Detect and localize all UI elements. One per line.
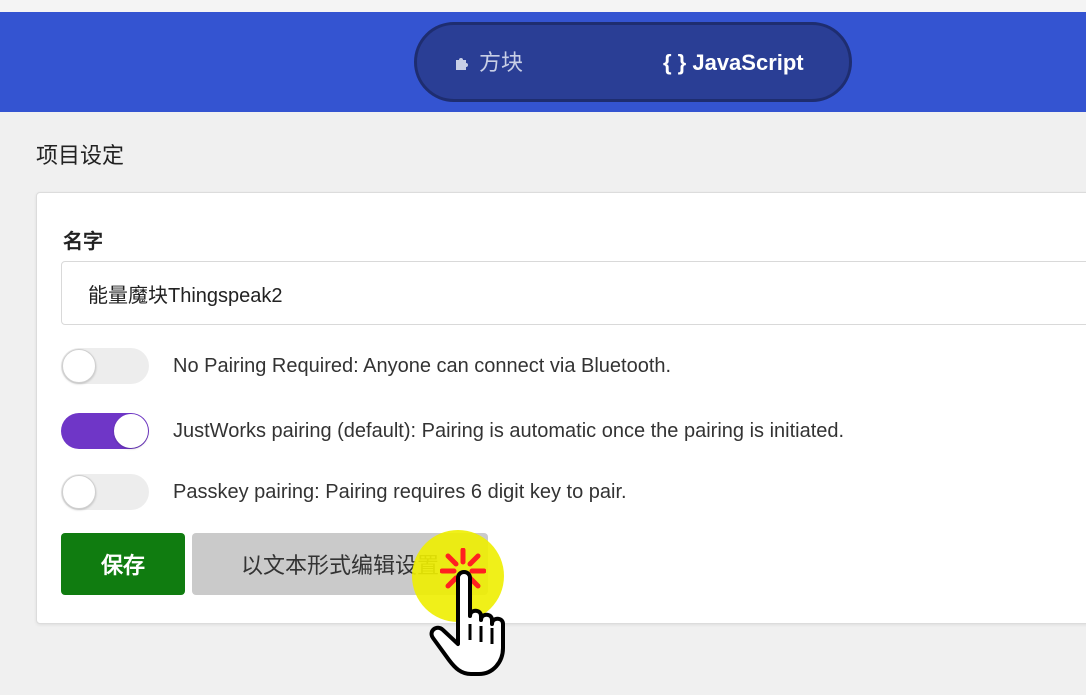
justworks-pairing-toggle[interactable] xyxy=(61,413,149,449)
editor-header: 方块 { } JavaScript xyxy=(0,12,1086,112)
passkey-pairing-label: Passkey pairing: Pairing requires 6 digi… xyxy=(173,480,627,503)
pairing-option-justworks: JustWorks pairing (default): Pairing is … xyxy=(61,411,844,451)
toggle-knob xyxy=(114,414,148,448)
blocks-mode-button[interactable]: 方块 xyxy=(453,49,523,77)
save-button[interactable]: 保存 xyxy=(61,533,185,595)
no-pairing-label: No Pairing Required: Anyone can connect … xyxy=(173,354,672,377)
blocks-mode-label: 方块 xyxy=(479,50,524,75)
page-title: 项目设定 xyxy=(36,143,125,168)
passkey-pairing-toggle[interactable] xyxy=(61,474,149,510)
project-settings-card: 名字 No Pairing Required: Anyone can conne… xyxy=(36,192,1086,624)
justworks-pairing-label: JustWorks pairing (default): Pairing is … xyxy=(173,419,845,442)
toggle-knob xyxy=(62,349,96,383)
no-pairing-toggle[interactable] xyxy=(61,348,149,384)
toggle-knob xyxy=(62,475,96,509)
pairing-option-none: No Pairing Required: Anyone can connect … xyxy=(61,346,671,386)
project-name-input[interactable] xyxy=(61,261,1086,325)
javascript-mode-button[interactable]: { } JavaScript xyxy=(663,49,804,77)
puzzle-icon xyxy=(456,58,468,70)
hand-pointer-icon xyxy=(429,570,505,676)
name-label: 名字 xyxy=(63,231,103,253)
javascript-mode-label: { } JavaScript xyxy=(663,50,804,75)
editor-mode-toggle: 方块 { } JavaScript xyxy=(414,22,852,102)
pairing-option-passkey: Passkey pairing: Pairing requires 6 digi… xyxy=(61,472,627,512)
window-top-strip xyxy=(0,0,1086,12)
